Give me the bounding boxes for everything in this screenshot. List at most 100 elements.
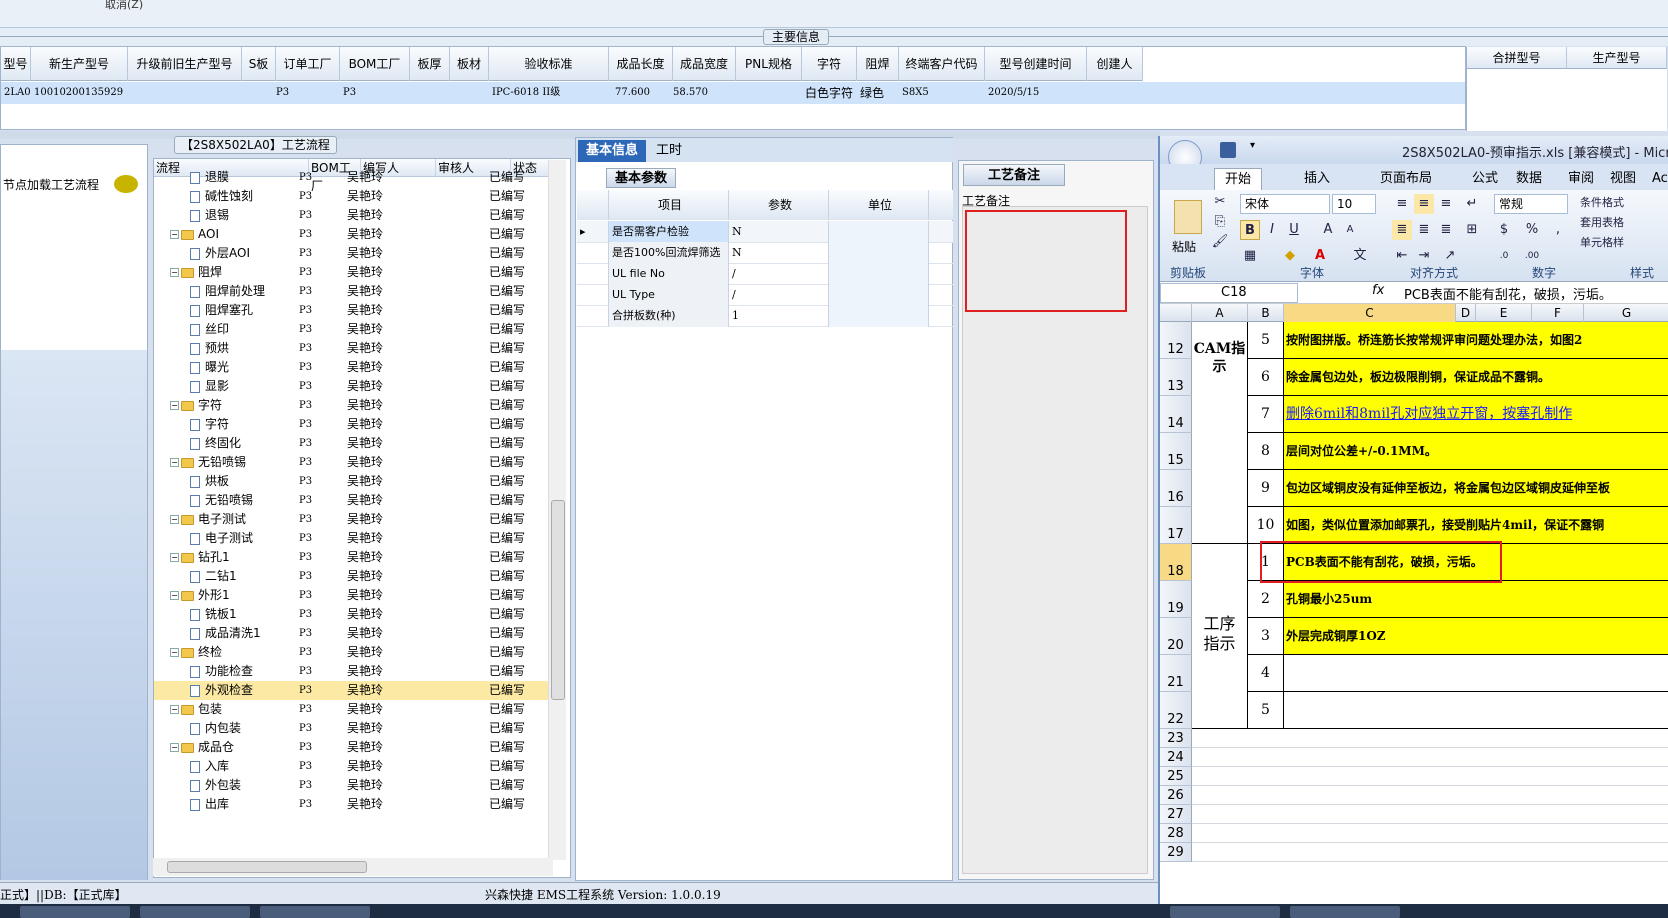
- tree-row[interactable]: 阻焊前处理 P3 吴艳玲 已编写: [154, 282, 554, 301]
- empty-row[interactable]: [1192, 805, 1668, 824]
- tree-row[interactable]: 出库 P3 吴艳玲 已编写: [154, 795, 554, 814]
- col-new-model[interactable]: 新生产型号: [31, 47, 128, 81]
- ribbon-tab[interactable]: 公式: [1462, 168, 1508, 190]
- align-left-icon[interactable]: ≣: [1392, 220, 1412, 240]
- row-header[interactable]: 17: [1160, 507, 1192, 544]
- instruction-cell[interactable]: 如图，类似位置添加邮票孔，接受削贴片4mil，保证不露铜: [1284, 507, 1668, 544]
- param-value[interactable]: /: [729, 284, 829, 306]
- align-center-icon[interactable]: ≣: [1414, 220, 1434, 240]
- instruction-cell[interactable]: 删除6mil和8mil孔对应独立开窗，按塞孔制作: [1284, 396, 1668, 433]
- shrink-font-icon[interactable]: A: [1340, 220, 1360, 240]
- decrease-decimal-icon[interactable]: .00: [1522, 246, 1542, 266]
- tree-row[interactable]: − 成品仓 P3 吴艳玲 已编写: [154, 738, 554, 757]
- instruction-cell[interactable]: 按附图拼版。桥连筋长按常规评审问题处理办法，如图2: [1284, 322, 1668, 359]
- tree-row[interactable]: − AOI P3 吴艳玲 已编写: [154, 225, 554, 244]
- empty-row[interactable]: [1192, 748, 1668, 767]
- save-icon[interactable]: [1220, 142, 1236, 158]
- col-length[interactable]: 成品长度: [609, 47, 673, 81]
- row-header[interactable]: 26: [1160, 786, 1192, 805]
- col-material[interactable]: 板材: [450, 47, 489, 81]
- tab-basic-info[interactable]: 基本信息: [578, 140, 647, 162]
- tree-row[interactable]: 铣板1 P3 吴艳玲 已编写: [154, 605, 554, 624]
- instruction-cell[interactable]: 除金属包边处，板边极限削铜，保证成品不露铜。: [1284, 359, 1668, 396]
- border-icon[interactable]: ▦: [1240, 246, 1260, 266]
- number-format-select[interactable]: 常规: [1494, 194, 1568, 214]
- collapse-icon[interactable]: −: [170, 648, 179, 657]
- collapse-icon[interactable]: −: [170, 591, 179, 600]
- empty-row[interactable]: [1192, 729, 1668, 748]
- ribbon-tab[interactable]: 数据: [1506, 168, 1552, 190]
- col-order-factory[interactable]: 订单工厂: [276, 47, 340, 81]
- name-box[interactable]: C18: [1160, 283, 1298, 303]
- item-number[interactable]: 4: [1248, 655, 1284, 692]
- tab-process-notes[interactable]: 工艺备注: [963, 164, 1066, 186]
- copy-icon[interactable]: ⎘: [1210, 212, 1230, 232]
- tree-row[interactable]: 烘板 P3 吴艳玲 已编写: [154, 472, 554, 491]
- item-number[interactable]: 2: [1248, 581, 1284, 618]
- params-row[interactable]: UL file No /: [577, 263, 953, 285]
- ribbon-tab[interactable]: 视图: [1600, 168, 1646, 190]
- col-merge-model[interactable]: 合拼型号: [1467, 47, 1567, 69]
- ribbon-tab[interactable]: 插入: [1294, 168, 1340, 190]
- formula-input[interactable]: PCB表面不能有刮花，破损，污垢。: [1404, 284, 1612, 303]
- row-header[interactable]: 16: [1160, 470, 1192, 507]
- comma-icon[interactable]: ,: [1548, 220, 1568, 240]
- empty-row[interactable]: [1192, 786, 1668, 805]
- row-header[interactable]: 18: [1160, 544, 1192, 581]
- tree-row[interactable]: 成品清洗1 P3 吴艳玲 已编写: [154, 624, 554, 643]
- empty-row[interactable]: [1192, 824, 1668, 843]
- scroll-thumb[interactable]: [167, 861, 367, 873]
- cut-icon[interactable]: ✂: [1210, 192, 1230, 212]
- param-value[interactable]: N: [729, 242, 829, 264]
- tree-row[interactable]: 功能检查 P3 吴艳玲 已编写: [154, 662, 554, 681]
- fill-color-icon[interactable]: ◆: [1280, 246, 1300, 266]
- font-name-select[interactable]: 宋体: [1240, 194, 1330, 214]
- instruction-cell[interactable]: 孔铜最小25um: [1284, 581, 1668, 618]
- tree-row[interactable]: 退锡 P3 吴艳玲 已编写: [154, 206, 554, 225]
- tree-row[interactable]: 预烘 P3 吴艳玲 已编写: [154, 339, 554, 358]
- quick-access-dropdown-icon[interactable]: ▾: [1250, 140, 1255, 151]
- row-header[interactable]: 19: [1160, 581, 1192, 618]
- taskbar-item[interactable]: [260, 906, 370, 918]
- item-number[interactable]: 7: [1248, 396, 1284, 433]
- main-info-title[interactable]: 主要信息: [763, 29, 830, 45]
- empty-row[interactable]: [1192, 843, 1668, 862]
- phonetic-icon[interactable]: 文: [1350, 246, 1370, 266]
- tree-row[interactable]: 退膜 P3 吴艳玲 已编写: [154, 168, 554, 187]
- col-mask[interactable]: 阻焊: [857, 47, 899, 81]
- tab-hours[interactable]: 工时: [648, 140, 690, 162]
- col-bom-factory[interactable]: BOM工厂: [340, 47, 410, 81]
- item-number[interactable]: 3: [1248, 618, 1284, 655]
- col-created[interactable]: 型号创建时间: [985, 47, 1087, 81]
- italic-icon[interactable]: I: [1262, 220, 1282, 240]
- tree-row[interactable]: 碱性蚀刻 P3 吴艳玲 已编写: [154, 187, 554, 206]
- tree-row[interactable]: 丝印 P3 吴艳玲 已编写: [154, 320, 554, 339]
- collapse-icon[interactable]: −: [170, 268, 179, 277]
- collapse-icon[interactable]: −: [170, 743, 179, 752]
- col-unit[interactable]: 单位: [829, 190, 929, 220]
- increase-indent-icon[interactable]: ⇥: [1414, 246, 1434, 266]
- scroll-thumb[interactable]: [551, 500, 565, 700]
- col-param[interactable]: 参数: [729, 190, 829, 220]
- percent-icon[interactable]: %: [1522, 220, 1542, 240]
- instruction-cell[interactable]: 层间对位公差+/-0.1MM。: [1284, 433, 1668, 470]
- cam-label[interactable]: CAM指示: [1192, 322, 1248, 544]
- taskbar-item[interactable]: [1170, 906, 1280, 918]
- increase-decimal-icon[interactable]: .0: [1494, 246, 1514, 266]
- row-header[interactable]: 15: [1160, 433, 1192, 470]
- col-width[interactable]: 成品宽度: [673, 47, 736, 81]
- col-pnl[interactable]: PNL规格: [736, 47, 802, 81]
- tree-row[interactable]: 外包装 P3 吴艳玲 已编写: [154, 776, 554, 795]
- row-header[interactable]: 13: [1160, 359, 1192, 396]
- row-header[interactable]: 20: [1160, 618, 1192, 655]
- ribbon-tab[interactable]: 开始: [1214, 168, 1263, 190]
- comment-icon[interactable]: [114, 175, 138, 193]
- item-number[interactable]: 9: [1248, 470, 1284, 507]
- param-value[interactable]: /: [729, 263, 829, 285]
- column-header[interactable]: E: [1476, 304, 1532, 322]
- tree-scrollbar[interactable]: [548, 160, 566, 860]
- bold-icon[interactable]: B: [1240, 220, 1260, 240]
- tree-row[interactable]: 电子测试 P3 吴艳玲 已编写: [154, 529, 554, 548]
- collapse-icon[interactable]: −: [170, 553, 179, 562]
- orientation-icon[interactable]: ↗: [1440, 246, 1460, 266]
